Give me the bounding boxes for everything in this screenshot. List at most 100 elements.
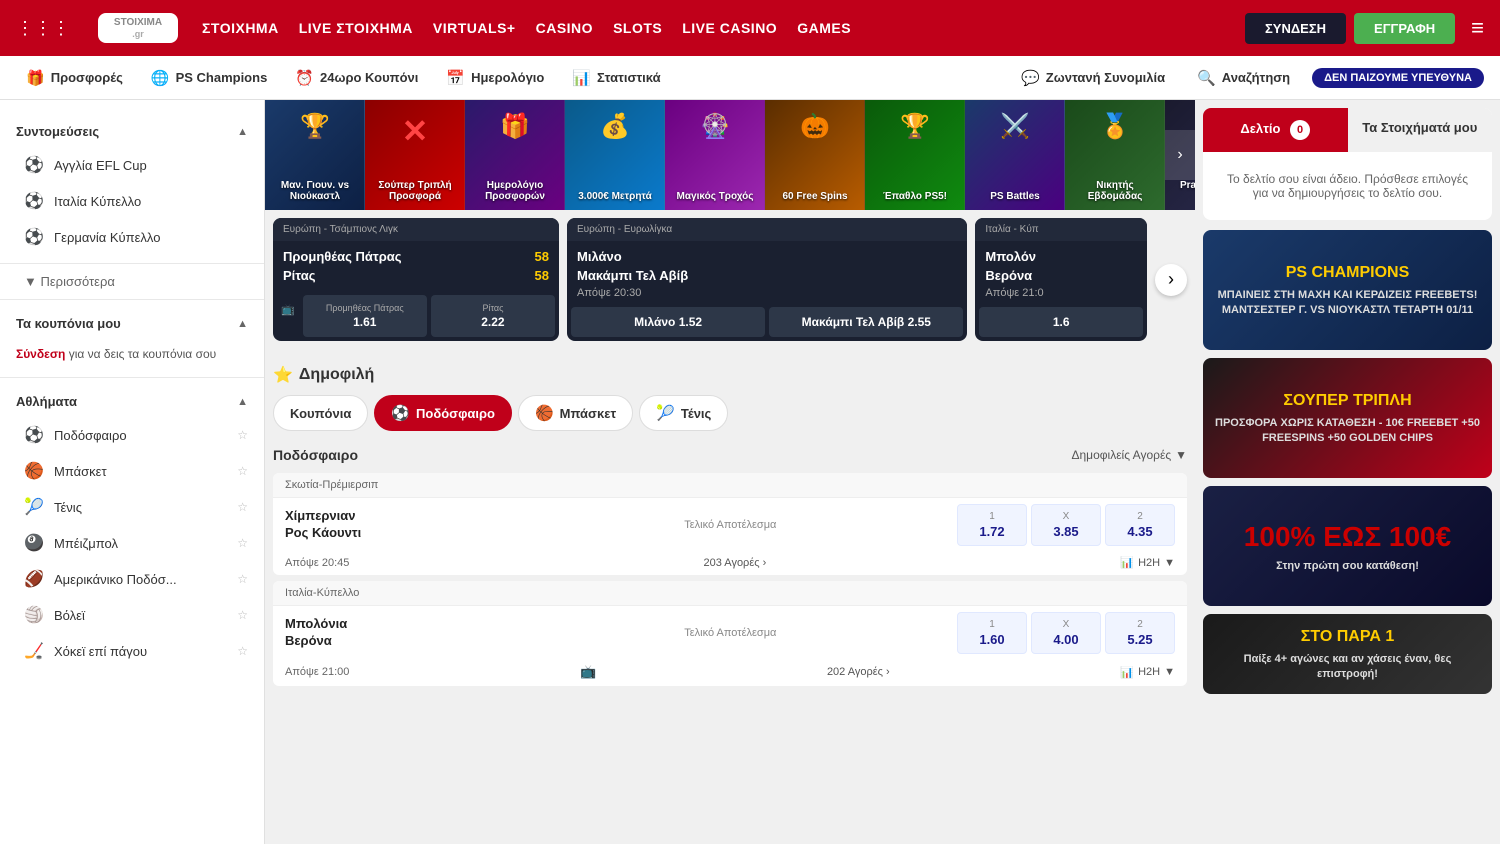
bet-odds-2: 1 1.60 Χ 4.00 2 5.25 — [957, 612, 1175, 654]
promo-banner-super-triple[interactable]: ΣΟΥΠΕΡ ΤΡΙΠΛΗ ΠΡΟΣΦΟΡΑ ΧΩΡΙΣ ΚΑΤΑΘΕΣΗ - … — [1203, 358, 1492, 478]
matches-next-button[interactable]: › — [1155, 264, 1187, 296]
carousel-item-nikitis[interactable]: 🏅 Νικητής Εβδομάδας — [1065, 100, 1165, 210]
odd-cell-2-2[interactable]: 2 5.25 — [1105, 612, 1175, 654]
nav-search[interactable]: 🔍 Αναζήτηση — [1187, 65, 1300, 91]
divider-2 — [0, 299, 264, 300]
login-button[interactable]: ΣΥΝΔΕΣΗ — [1245, 13, 1346, 44]
betslip-badge: 0 — [1290, 120, 1310, 140]
betslip-tab1-label: Δελτίο — [1240, 121, 1280, 136]
odd-btn-1a[interactable]: Προμηθέας Πάτρας 1.61 — [303, 295, 427, 337]
odd-btn-1b[interactable]: Ρίτας 2.22 — [431, 295, 555, 337]
carousel-item-trick-treat[interactable]: 🎃 60 Free Spins — [765, 100, 865, 210]
nav-calendar[interactable]: 📅 Ημερολόγιο — [436, 65, 554, 91]
coupons-section: Τα κουπόνια μου ▲ Σύνδεση για να δεις τα… — [0, 304, 264, 373]
bet-footer-1: Απόψε 20:45 203 Αγορές › 📊 H2H ▼ — [273, 552, 1187, 575]
odd-value-1-2: 1.60 — [979, 632, 1004, 647]
popular-markets-dropdown[interactable]: Δημοφιλείς Αγορές ▼ — [1071, 448, 1187, 462]
promo-banner-ps-champions[interactable]: PS CHAMPIONS ΜΠΑΙΝΕΙΣ ΣΤΗ ΜΑΧΗ ΚΑΙ ΚΕΡΔΙ… — [1203, 230, 1492, 350]
tab-football[interactable]: ⚽ Ποδόσφαιρο — [374, 395, 512, 431]
carousel-item-battles[interactable]: ⚔️ PS Battles — [965, 100, 1065, 210]
team1-name-3: Μπολόν — [985, 249, 1036, 264]
nav-live-chat[interactable]: 💬 Ζωντανή Συνομιλία — [1011, 65, 1175, 91]
nav-statistics[interactable]: 📊 Στατιστικά — [562, 65, 670, 91]
bet-odds-1: 1 1.72 Χ 3.85 2 4.35 — [957, 504, 1175, 546]
sidebar-sport-american-football[interactable]: 🏈 Αμερικάνικο Ποδόσ... ☆ — [0, 561, 264, 597]
odd-cell-1-2[interactable]: 1 1.60 — [957, 612, 1027, 654]
bet-main-2: Μπολόνια Βερόνα Τελικό Αποτέλεσμα 1 1.60… — [273, 606, 1187, 660]
tab-coupons[interactable]: Κουπόνια — [273, 395, 368, 431]
odd-team-1a: Προμηθέας Πάτρας — [307, 303, 423, 313]
logo[interactable]: STOIXIMA .gr — [98, 13, 178, 44]
efl-cup-label: Αγγλία EFL Cup — [54, 158, 147, 173]
odd-cell-x-1[interactable]: Χ 3.85 — [1031, 504, 1101, 546]
betslip-empty-message: Το δελτίο σου είναι άδειο. Πρόσθεσε επιλ… — [1203, 152, 1492, 220]
odd-val-2a: 1.52 — [679, 315, 702, 329]
sidebar-sport-hockey[interactable]: 🏒 Χόκεϊ επί πάγου ☆ — [0, 633, 264, 669]
odd-btn-2a[interactable]: Μιλάνο 1.52 — [571, 307, 765, 337]
shortcuts-label: Συντομεύσεις — [16, 124, 99, 139]
bet-time-2: Απόψε 21:00 — [285, 666, 349, 678]
markets-link-2[interactable]: 202 Αγορές › — [827, 666, 890, 678]
carousel-item-offers[interactable]: 🎁 Ημερολόγιο Προσφορών — [465, 100, 565, 210]
tab-tennis[interactable]: 🎾 Τένις — [639, 395, 728, 431]
score2-1: 58 — [535, 268, 549, 283]
h2h-link-2[interactable]: 📊 H2H ▼ — [1120, 666, 1175, 679]
carousel-inner: 🏆 Μαν. Γιουν. vs Νιούκαστλ ✕ Σούπερ Τριπ… — [265, 100, 1195, 210]
nav-stoixima[interactable]: ΣΤΟΙΧΗΜΑ — [202, 16, 279, 40]
odd-cell-1-1[interactable]: 1 1.72 — [957, 504, 1027, 546]
nav-live-stoixima[interactable]: LIVE ΣΤΟΙΧΗΜΑ — [299, 16, 413, 40]
grid-icon[interactable]: ⋮⋮⋮ — [16, 18, 70, 39]
nav-virtuals[interactable]: VIRTUALS+ — [433, 16, 516, 40]
sidebar-item-efl-cup[interactable]: ⚽ Αγγλία EFL Cup — [0, 147, 264, 183]
tab-basketball[interactable]: 🏀 Μπάσκετ — [518, 395, 633, 431]
odd-val-3a: 1.6 — [1053, 315, 1070, 329]
markets-link-1[interactable]: 203 Αγορές › — [704, 557, 767, 569]
promo-sub-2: ΠΡΟΣΦΟΡΑ ΧΩΡΙΣ ΚΑΤΑΘΕΣΗ - 10€ FREEBET +5… — [1215, 417, 1480, 444]
promo-banner-100[interactable]: 100% ΕΩΣ 100€ Στην πρώτη σου κατάθεση! — [1203, 486, 1492, 606]
register-button[interactable]: ΕΓΓΡΑΦΗ — [1354, 13, 1455, 44]
sidebar-sport-football[interactable]: ⚽ Ποδόσφαιρο ☆ — [0, 417, 264, 453]
odd-btn-3a[interactable]: 1.6 — [979, 307, 1143, 337]
sidebar-item-italy-cup[interactable]: ⚽ Ιταλία Κύπελλο — [0, 183, 264, 219]
coupons-header[interactable]: Τα κουπόνια μου ▲ — [0, 308, 264, 339]
sidebar-more[interactable]: ▼ Περισσότερα — [0, 268, 264, 295]
h2h-link-1[interactable]: 📊 H2H ▼ — [1120, 556, 1175, 569]
shortcuts-header[interactable]: Συντομεύσεις ▲ — [0, 116, 264, 147]
coupons-login-text: Σύνδεση για να δεις τα κουπόνια σου — [0, 339, 264, 369]
odd-cell-2-1[interactable]: 2 4.35 — [1105, 504, 1175, 546]
main-nav: ΣΤΟΙΧΗΜΑ LIVE ΣΤΟΙΧΗΜΑ VIRTUALS+ CASINO … — [202, 16, 1221, 40]
odd-cell-x-2[interactable]: Χ 4.00 — [1031, 612, 1101, 654]
carousel-item-cash[interactable]: 💰 3.000€ Μετρητά — [565, 100, 665, 210]
nav-games[interactable]: GAMES — [797, 16, 851, 40]
basketball-tab-icon: 🏀 — [535, 404, 554, 422]
betslip-tab-mybets[interactable]: Τα Στοιχήματά μου — [1348, 108, 1493, 152]
nav-ps-champions[interactable]: 🌐 PS Champions — [141, 65, 277, 91]
wheel-icon: 🎡 — [700, 112, 730, 141]
hamburger-icon[interactable]: ≡ — [1471, 15, 1484, 41]
sidebar-item-germany-cup[interactable]: ⚽ Γερμανία Κύπελλο — [0, 219, 264, 255]
promo-banner-para1[interactable]: ΣΤΟ ΠΑΡΑ 1 Παίξε 4+ αγώνες και αν χάσεις… — [1203, 614, 1492, 694]
nav-casino[interactable]: CASINO — [536, 16, 593, 40]
basketball-label: Μπάσκετ — [54, 464, 107, 479]
nav-offers[interactable]: 🎁 Προσφορές — [16, 65, 133, 91]
carousel-next-button[interactable]: › — [1165, 130, 1195, 180]
carousel-item-ps-champions[interactable]: 🏆 Μαν. Γιουν. vs Νιούκαστλ — [265, 100, 365, 210]
nav-24h-coupon[interactable]: ⏰ 24ωρο Κουπόνι — [285, 65, 428, 91]
responsible-gaming-badge[interactable]: ΔΕΝ ΠΑΙΖΟΥΜΕ ΥΠΕΥΘΥΝΑ — [1312, 68, 1484, 88]
sidebar-sport-basketball[interactable]: 🏀 Μπάσκετ ☆ — [0, 453, 264, 489]
carousel-item-epathlo[interactable]: 🏆 Έπαθλο PS5! — [865, 100, 965, 210]
sports-header[interactable]: Αθλήματα ▲ — [0, 386, 264, 417]
odd-btn-2b[interactable]: Μακάμπι Τελ Αβίβ 2.55 — [769, 307, 963, 337]
sidebar-sport-baseball[interactable]: 🎱 Μπέιζμπολ ☆ — [0, 525, 264, 561]
sidebar-sport-volleyball[interactable]: 🏐 Βόλεϊ ☆ — [0, 597, 264, 633]
match-league-2: Ευρώπη - Ευρωλίγκα — [567, 218, 967, 241]
betslip-tab-active[interactable]: Δελτίο 0 — [1203, 108, 1348, 152]
volleyball-icon: 🏐 — [24, 605, 44, 625]
carousel-item-lucky-wheel[interactable]: 🎡 Μαγικός Τροχός — [665, 100, 765, 210]
sidebar-sport-tennis[interactable]: 🎾 Τένις ☆ — [0, 489, 264, 525]
star-icon-7: ☆ — [237, 644, 248, 658]
carousel-item-super-triple[interactable]: ✕ Σούπερ Τριπλή Προσφορά — [365, 100, 465, 210]
coupons-login-link[interactable]: Σύνδεση — [16, 347, 65, 361]
nav-live-casino[interactable]: LIVE CASINO — [682, 16, 777, 40]
nav-slots[interactable]: SLOTS — [613, 16, 662, 40]
